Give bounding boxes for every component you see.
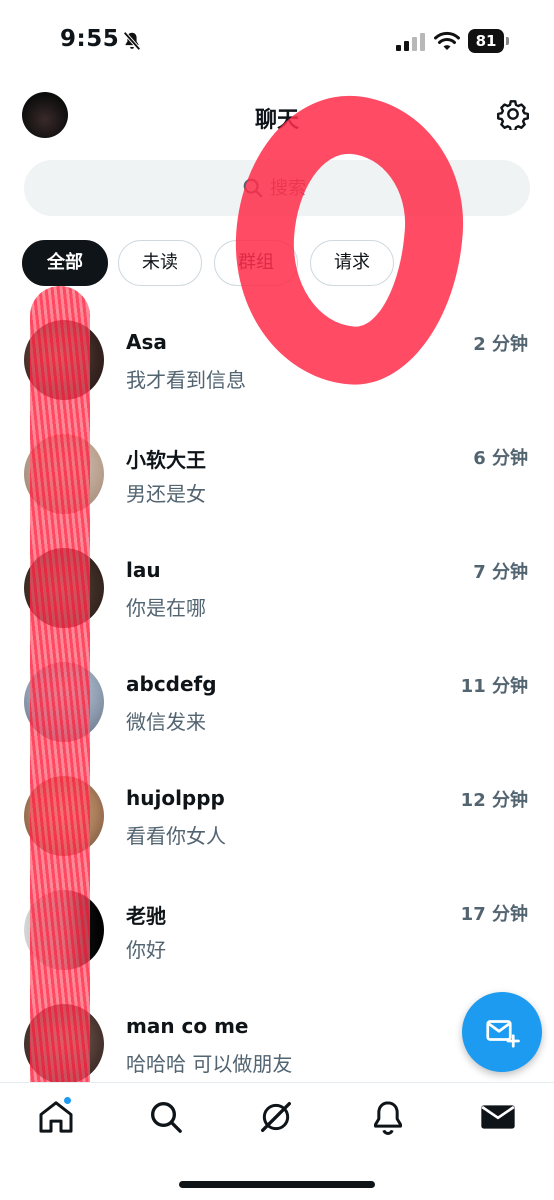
conversation-preview: 男还是女 xyxy=(126,482,206,506)
battery-tip xyxy=(506,37,509,45)
conversation-name: man co me xyxy=(126,1014,249,1038)
conversation-time: 6 分钟 xyxy=(473,448,528,469)
conversation-preview: 微信发来 xyxy=(126,710,206,734)
conversation-preview: 你是在哪 xyxy=(126,596,206,620)
conversation-name: Asa xyxy=(126,330,167,354)
search-icon xyxy=(151,1102,182,1133)
conversation-time: 7 分钟 xyxy=(473,562,528,583)
conversation-time: 2 分钟 xyxy=(473,334,528,355)
conversation-name: hujolppp xyxy=(126,786,225,810)
wifi-icon xyxy=(434,31,460,50)
bell-off-icon xyxy=(123,31,141,51)
battery-icon: 81 xyxy=(468,29,510,53)
conversation-preview: 你好 xyxy=(126,938,166,962)
nav-notifications[interactable] xyxy=(368,1097,408,1137)
status-time: 9:55 xyxy=(60,26,120,52)
conversation-name: abcdefg xyxy=(126,672,217,696)
nav-messages[interactable] xyxy=(478,1097,518,1137)
notification-dot xyxy=(64,1097,71,1104)
nav-grok[interactable] xyxy=(256,1097,296,1137)
conversation-preview: 我才看到信息 xyxy=(126,368,246,392)
bottom-nav xyxy=(0,1082,554,1200)
red-scribble-redaction xyxy=(30,286,90,1126)
battery-level: 81 xyxy=(468,29,504,53)
conversation-preview: 看看你女人 xyxy=(126,824,226,848)
new-message-button[interactable] xyxy=(462,992,542,1072)
conversation-name: 小软大王 xyxy=(126,448,206,472)
bell-icon xyxy=(374,1101,402,1135)
new-message-icon xyxy=(486,1020,520,1048)
mail-icon xyxy=(481,1105,515,1129)
home-icon xyxy=(39,1101,73,1133)
gear-icon[interactable] xyxy=(497,98,529,130)
status-bar: 9:55 81 xyxy=(0,0,554,80)
tab-all[interactable]: 全部 xyxy=(22,240,108,286)
nav-home[interactable] xyxy=(36,1097,76,1137)
cellular-signal-icon xyxy=(396,33,425,51)
conversation-time: 11 分钟 xyxy=(460,676,528,697)
nav-search[interactable] xyxy=(146,1097,186,1137)
grok-icon xyxy=(261,1102,291,1132)
tab-unread[interactable]: 未读 xyxy=(118,240,202,286)
conversation-time: 12 分钟 xyxy=(460,790,528,811)
conversation-name: lau xyxy=(126,558,161,582)
home-indicator[interactable] xyxy=(179,1181,375,1188)
conversation-name: 老驰 xyxy=(126,904,166,928)
conversation-preview: 哈哈哈 可以做朋友 xyxy=(126,1052,293,1076)
conversation-time: 17 分钟 xyxy=(460,904,528,925)
